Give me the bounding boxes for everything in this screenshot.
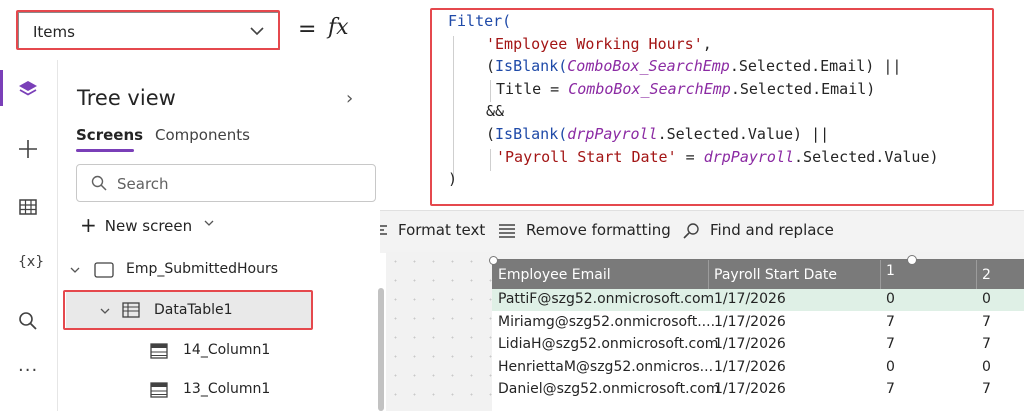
property-highlight-box	[16, 10, 280, 50]
column-icon	[150, 382, 168, 398]
tab-components[interactable]: Components	[155, 126, 250, 144]
header-col-2: 2	[982, 267, 991, 283]
table-cell: Miriamg@szg52.onmicrosoft....	[498, 313, 716, 330]
screen-icon	[94, 262, 114, 278]
table-cell: 1/17/2026	[714, 336, 786, 352]
table-cell: 7	[886, 381, 895, 397]
fx-label: fx	[328, 15, 349, 40]
collapse-panel-icon[interactable]: ›	[346, 88, 353, 109]
table-cell: 1/17/2026	[714, 313, 786, 330]
header-col-1: 1	[886, 263, 895, 279]
plus-icon: +	[80, 213, 97, 237]
header-payroll-start-date: Payroll Start Date	[714, 267, 838, 283]
tree-view-title: Tree view	[77, 86, 176, 110]
table-row[interactable]: PattiF@szg52.onmicrosoft.com 1/17/2026 0 0	[492, 289, 1024, 311]
left-rail	[0, 60, 58, 411]
table-row[interactable]: LidiaH@szg52.onmicrosoft.com 1/17/2026 7 7	[492, 334, 1024, 356]
search-placeholder: Search	[117, 175, 169, 193]
table-cell: 0	[982, 291, 991, 307]
table-row[interactable]: HenriettaM@szg52.onmicros... 1/17/2026 0 0	[492, 357, 1024, 379]
tab-active-underline	[76, 149, 134, 152]
tree-item-screen[interactable]: Emp_SubmittedHours	[70, 260, 370, 282]
search-icon[interactable]	[17, 310, 39, 332]
header-separator	[708, 260, 709, 289]
column-name: 14_Column1	[183, 342, 271, 358]
formula-highlight-box	[430, 8, 994, 206]
table-cell: 1/17/2026	[714, 358, 786, 375]
header-separator	[976, 260, 977, 289]
table-cell: PattiF@szg52.onmicrosoft.com	[498, 291, 715, 307]
tab-screens[interactable]: Screens	[76, 126, 143, 144]
find-replace-icon	[683, 223, 699, 239]
table-cell: 0	[982, 358, 991, 375]
tree-scrollbar[interactable]	[378, 288, 384, 411]
remove-formatting-button[interactable]: Remove formatting	[526, 221, 671, 239]
table-row[interactable]: Daniel@szg52.onmicrosoft.com 1/17/2026 7 7	[492, 379, 1024, 401]
table-cell: 7	[982, 336, 991, 352]
table-cell: 0	[886, 358, 895, 375]
header-separator	[880, 260, 881, 289]
search-icon	[91, 175, 107, 191]
new-screen-button[interactable]: + New screen	[80, 212, 214, 237]
rail-active-indicator	[0, 70, 3, 106]
resize-handle[interactable]	[489, 256, 498, 265]
table-cell: 7	[982, 381, 991, 397]
equals-sign: =	[298, 17, 317, 42]
tree-search-input[interactable]: Search	[76, 164, 376, 202]
data-table[interactable]: Employee Email Payroll Start Date 1 2 Pa…	[492, 260, 1024, 411]
find-replace-button[interactable]: Find and replace	[710, 221, 834, 239]
new-screen-label: New screen	[104, 217, 193, 235]
screen-name: Emp_SubmittedHours	[126, 261, 279, 277]
layers-icon[interactable]	[17, 78, 39, 100]
table-cell: Daniel@szg52.onmicrosoft.com	[498, 381, 720, 397]
more-icon[interactable]: ···	[18, 360, 38, 381]
datatable-highlight-box	[63, 290, 313, 330]
remove-formatting-icon	[499, 224, 515, 238]
table-cell: 7	[886, 313, 895, 330]
data-table-header: Employee Email Payroll Start Date 1 2	[492, 260, 1024, 289]
table-cell: 1/17/2026	[714, 381, 786, 397]
table-cell: 7	[886, 336, 895, 352]
table-cell: LidiaH@szg52.onmicrosoft.com	[498, 336, 719, 352]
table-row[interactable]: Miriamg@szg52.onmicrosoft.... 1/17/2026 7 7	[492, 312, 1024, 334]
resize-handle[interactable]	[907, 255, 917, 265]
column-name: 13_Column1	[183, 381, 271, 397]
chevron-down-icon	[70, 267, 80, 273]
formula-toolbar: Format text Remove formatting Find and r…	[360, 210, 1024, 253]
column-icon	[150, 343, 168, 359]
table-cell: HenriettaM@szg52.onmicros...	[498, 358, 714, 375]
data-table-icon[interactable]	[17, 196, 39, 218]
variables-icon[interactable]: {x}	[18, 254, 44, 270]
table-cell: 0	[886, 291, 895, 307]
plus-icon[interactable]	[17, 138, 39, 160]
format-text-button[interactable]: Format text	[398, 221, 485, 239]
chevron-down-icon	[204, 220, 214, 226]
table-cell: 7	[982, 313, 991, 330]
header-employee-email: Employee Email	[498, 267, 611, 283]
table-cell: 1/17/2026	[714, 291, 786, 307]
